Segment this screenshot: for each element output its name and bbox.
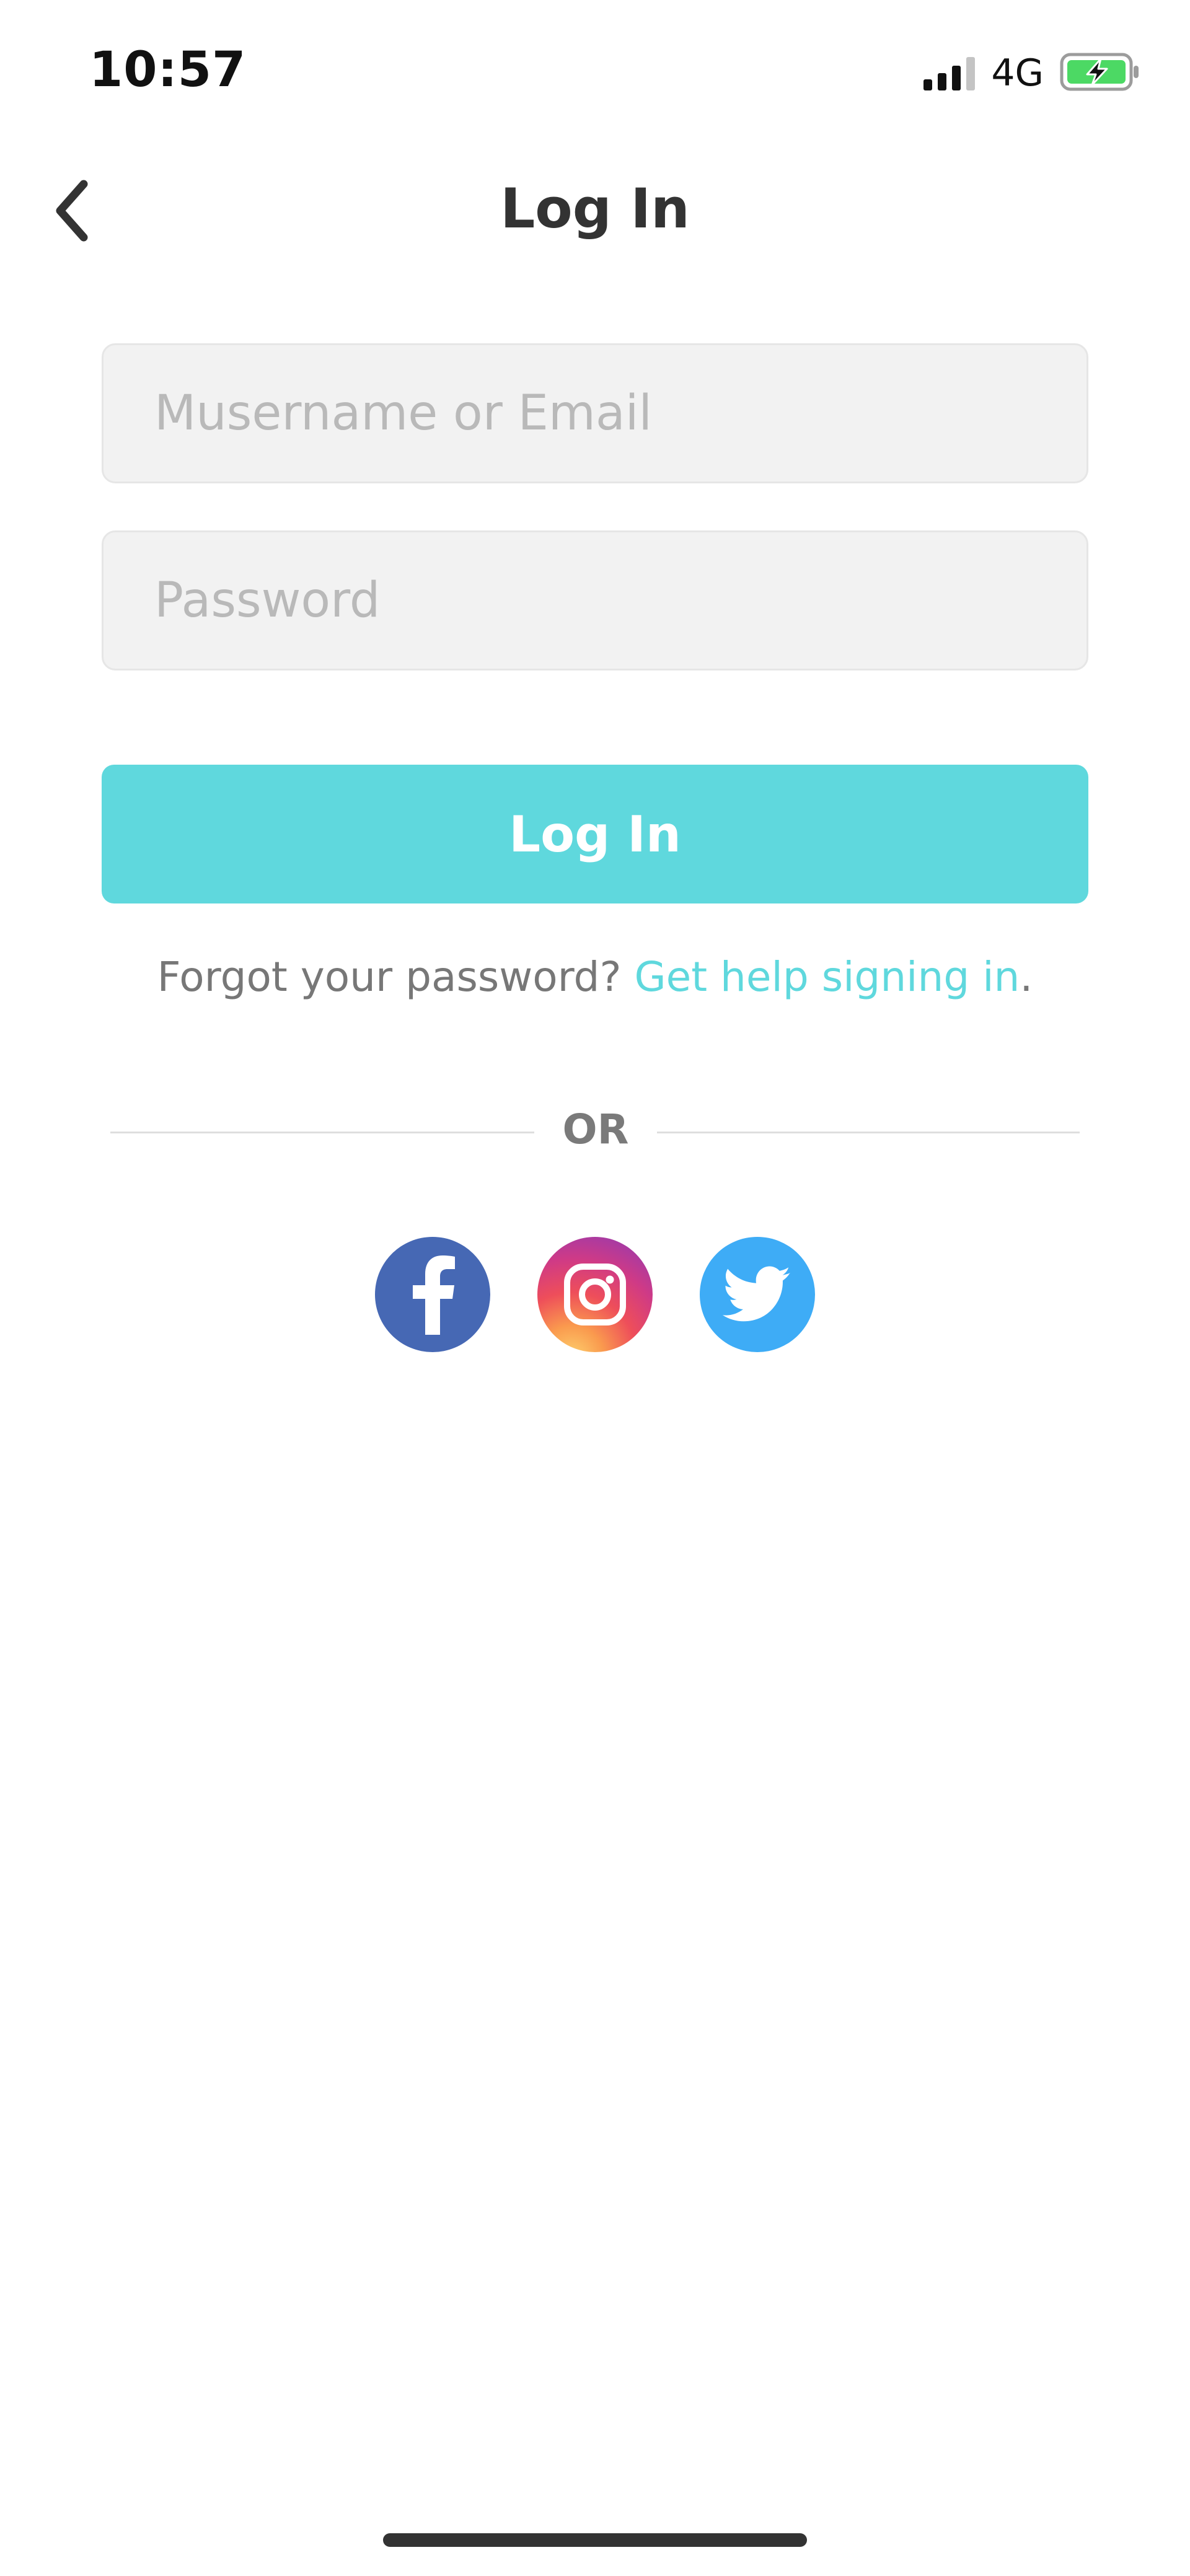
social-login-row [0, 1237, 1190, 1352]
home-indicator[interactable] [383, 2533, 807, 2547]
instagram-login-button[interactable] [537, 1237, 653, 1352]
facebook-icon [413, 1255, 455, 1335]
status-indicators: 4G [923, 51, 1140, 95]
network-type: 4G [991, 51, 1044, 95]
forgot-password-suffix: . [1020, 953, 1033, 1001]
page-title: Log In [500, 177, 690, 240]
get-help-link[interactable]: Get help signing in [634, 953, 1020, 1001]
battery-charging-icon [1060, 53, 1140, 94]
password-input[interactable] [102, 530, 1088, 670]
login-screen: 10:57 4G Log In Log In Forgot your pas [0, 0, 1190, 2576]
forgot-password-prefix: Forgot your password? [157, 953, 635, 1001]
divider-line-right [657, 1132, 1080, 1133]
status-time: 10:57 [89, 42, 247, 98]
username-input[interactable] [102, 343, 1088, 483]
divider-line-left [110, 1132, 534, 1133]
twitter-icon [723, 1266, 791, 1322]
twitter-login-button[interactable] [700, 1237, 815, 1352]
instagram-icon [564, 1264, 626, 1325]
cellular-signal-icon [923, 56, 976, 90]
facebook-login-button[interactable] [375, 1237, 490, 1352]
login-button[interactable]: Log In [102, 765, 1088, 903]
forgot-password-text: Forgot your password? Get help signing i… [0, 953, 1190, 1001]
or-divider-label: OR [562, 1106, 629, 1153]
